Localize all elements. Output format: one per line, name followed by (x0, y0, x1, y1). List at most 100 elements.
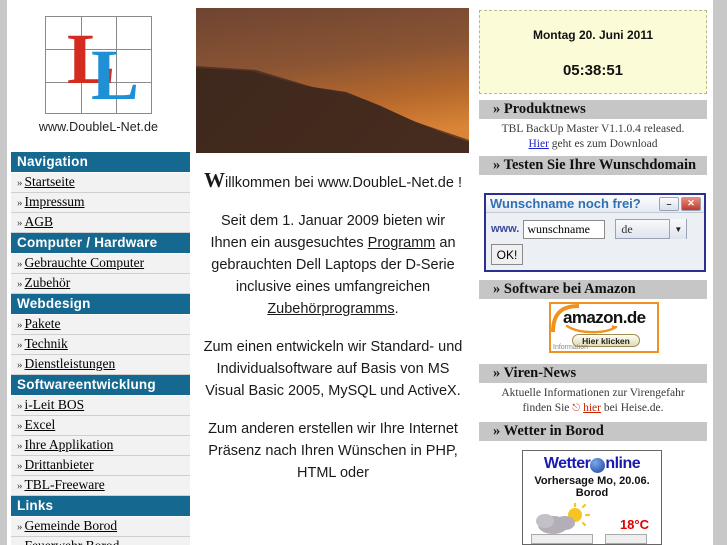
tld-select[interactable]: de ▼ (615, 219, 688, 239)
sidebar-item-tbl-freeware[interactable]: » TBL-Freeware (11, 476, 190, 496)
dropcap-w: W (204, 168, 226, 192)
sidebar-item-startseite[interactable]: » Startseite (11, 173, 190, 193)
bullet-icon: » (17, 177, 23, 189)
paragraph-web: Zum anderen erstellen wir Ihre Internet … (208, 421, 458, 481)
sidebar-item-label[interactable]: Technik (25, 336, 68, 351)
sidebar-item-agb[interactable]: » AGB (11, 213, 190, 233)
ok-button[interactable]: OK! (491, 244, 523, 265)
logo-caption: www.DoubleL-Net.de (38, 120, 159, 134)
bullet-icon: » (17, 541, 25, 545)
sidebar-item-label[interactable]: Feuerwehr Borod (25, 538, 120, 545)
paragraph-offer: Seit dem 1. Januar 2009 bieten wir Ihnen… (202, 210, 464, 320)
weather-temperature: 18°C (619, 517, 649, 532)
sidebar-item-label[interactable]: Excel (25, 417, 56, 432)
section-header-produktnews: » Produktnews (479, 100, 707, 120)
sidebar-item-label[interactable]: Dienstleistungen (25, 356, 116, 371)
bullet-icon: » (17, 197, 23, 209)
sidebar-item-i-leit-bos[interactable]: » i-Leit BOS (11, 396, 190, 416)
bullet-icon: » (17, 400, 23, 412)
weather-button-left[interactable] (531, 534, 593, 544)
nav-group-header-computer-hardware: Computer / Hardware (11, 233, 190, 254)
bullet-icon: » (17, 319, 23, 331)
sidebar-item-feuerwehr-borod[interactable]: »Feuerwehr Borod (11, 537, 190, 545)
external-link-icon: ⎋ (572, 403, 581, 414)
section-body-viren: Aktuelle Informationen zur Virengefahr f… (479, 386, 707, 416)
datetime-box: Montag 20. Juni 2011 05:38:51 (479, 10, 707, 94)
sidebar-item-pakete[interactable]: » Pakete (11, 315, 190, 335)
link-hier-heise[interactable]: hier (583, 402, 601, 414)
nav-group-header-webdesign: Webdesign (11, 294, 190, 315)
sidebar-item-gebrauchte-computer[interactable]: » Gebrauchte Computer (11, 254, 190, 274)
close-icon[interactable]: ✕ (681, 196, 701, 211)
wunschname-body: www. de ▼ OK! (486, 213, 704, 265)
sidebar-item-drittanbieter[interactable]: » Drittanbieter (11, 456, 190, 476)
chevron-down-icon[interactable]: ▼ (669, 219, 687, 239)
nav-group-header-navigation: Navigation (11, 152, 190, 173)
bullet-icon: » (17, 217, 23, 229)
wunschname-window[interactable]: Wunschname noch frei? – ✕ www. de ▼ OK! (484, 193, 706, 272)
sidebar-item-excel[interactable]: » Excel (11, 416, 190, 436)
sidebar-item-label[interactable]: AGB (25, 214, 54, 229)
amazon-brand-tld: .de (622, 308, 646, 327)
sidebar-item-label[interactable]: Zubehör (25, 275, 71, 290)
wunschname-titlebar: Wunschname noch frei? – ✕ (486, 195, 704, 213)
sidebar-item-impressum[interactable]: » Impressum (11, 193, 190, 213)
sidebar-item-label[interactable]: Startseite (25, 174, 75, 189)
section-header-wetter: » Wetter in Borod (479, 422, 707, 442)
clock-time: 05:38:51 (562, 62, 624, 79)
bullet-icon: » (17, 480, 23, 492)
produktnews-line2-rest: geht es zum Download (548, 138, 658, 150)
sidebar-item-gemeinde-borod[interactable]: » Gemeinde Borod (11, 517, 190, 537)
bullet-icon: » (17, 440, 23, 452)
section-header-viren: » Viren-News (479, 364, 707, 384)
sidebar-item-label[interactable]: i-Leit BOS (25, 397, 85, 412)
viren-line2-post: bei Heise.de. (600, 402, 664, 414)
wunschname-title-text: Wunschname noch frei? (490, 196, 641, 211)
paragraph-offer-post: . (394, 301, 399, 317)
logo-letter-blue: L (91, 35, 139, 115)
sidebar-item-label[interactable]: Gemeinde Borod (25, 518, 118, 533)
bullet-icon: » (17, 420, 23, 432)
produktnews-line2: Hier geht es zum Download (479, 137, 707, 152)
weather-widget[interactable]: Wetter nline Vorhersage Mo, 20.06. Borod (522, 450, 662, 545)
wetteronline-logo: Wetter nline (523, 455, 661, 473)
weather-city: Borod (575, 487, 609, 499)
www-prefix-label: www. (491, 223, 520, 235)
bullet-icon: » (17, 521, 23, 533)
wunschname-input-row: www. de ▼ (491, 219, 704, 239)
link-programm[interactable]: Programm (368, 235, 436, 251)
bullet-icon: » (17, 460, 23, 472)
site-logo[interactable]: L L www.DoubleL-Net.de (7, 8, 190, 148)
bullet-icon: » (17, 278, 23, 290)
welcome-heading: Willkommen bei www.DoubleL-Net.de ! (202, 170, 464, 194)
sidebar-item-zubeh-r[interactable]: » Zubehör (11, 274, 190, 294)
amazon-smile-icon (565, 325, 618, 334)
sidebar-item-label[interactable]: Drittanbieter (25, 457, 94, 472)
minimize-icon[interactable]: – (659, 196, 679, 211)
globe-icon (590, 457, 606, 473)
wetteronline-logo-part2: nline (605, 455, 641, 472)
link-zubehoerprogramm[interactable]: Zubehörprogramms (267, 301, 394, 317)
bullet-icon: » (17, 339, 23, 351)
link-hier-download[interactable]: Hier (528, 138, 548, 150)
weather-button-right[interactable] (605, 534, 647, 544)
logo-grid-icon: L L (45, 16, 152, 114)
amazon-info-label: Information (553, 344, 589, 351)
site-shell: L L www.DoubleL-Net.de Navigation» Starts… (7, 0, 713, 545)
sidebar-item-label[interactable]: TBL-Freeware (25, 477, 105, 492)
sidebar-item-ihre-applikation[interactable]: » Ihre Applikation (11, 436, 190, 456)
amazon-banner[interactable]: amazon.de Hier klicken Information (549, 302, 659, 353)
center-column: Willkommen bei www.DoubleL-Net.de ! Seit… (190, 0, 475, 545)
wunschname-input[interactable] (523, 219, 606, 239)
left-sidebar: L L www.DoubleL-Net.de Navigation» Starts… (7, 0, 190, 545)
sidebar-item-label[interactable]: Impressum (25, 194, 85, 209)
sidebar-item-label[interactable]: Pakete (25, 316, 61, 331)
nav-group-header-links: Links (11, 496, 190, 517)
sidebar-item-dienstleistungen[interactable]: » Dienstleistungen (11, 355, 190, 375)
sidebar-item-label[interactable]: Gebrauchte Computer (25, 255, 145, 270)
bullet-icon: » (17, 258, 23, 270)
navigation-menu: Navigation» Startseite» Impressum» AGB Compu… (11, 152, 190, 545)
page-root: L L www.DoubleL-Net.de Navigation» Starts… (0, 0, 727, 545)
sidebar-item-technik[interactable]: » Technik (11, 335, 190, 355)
sidebar-item-label[interactable]: Ihre Applikation (25, 437, 114, 452)
